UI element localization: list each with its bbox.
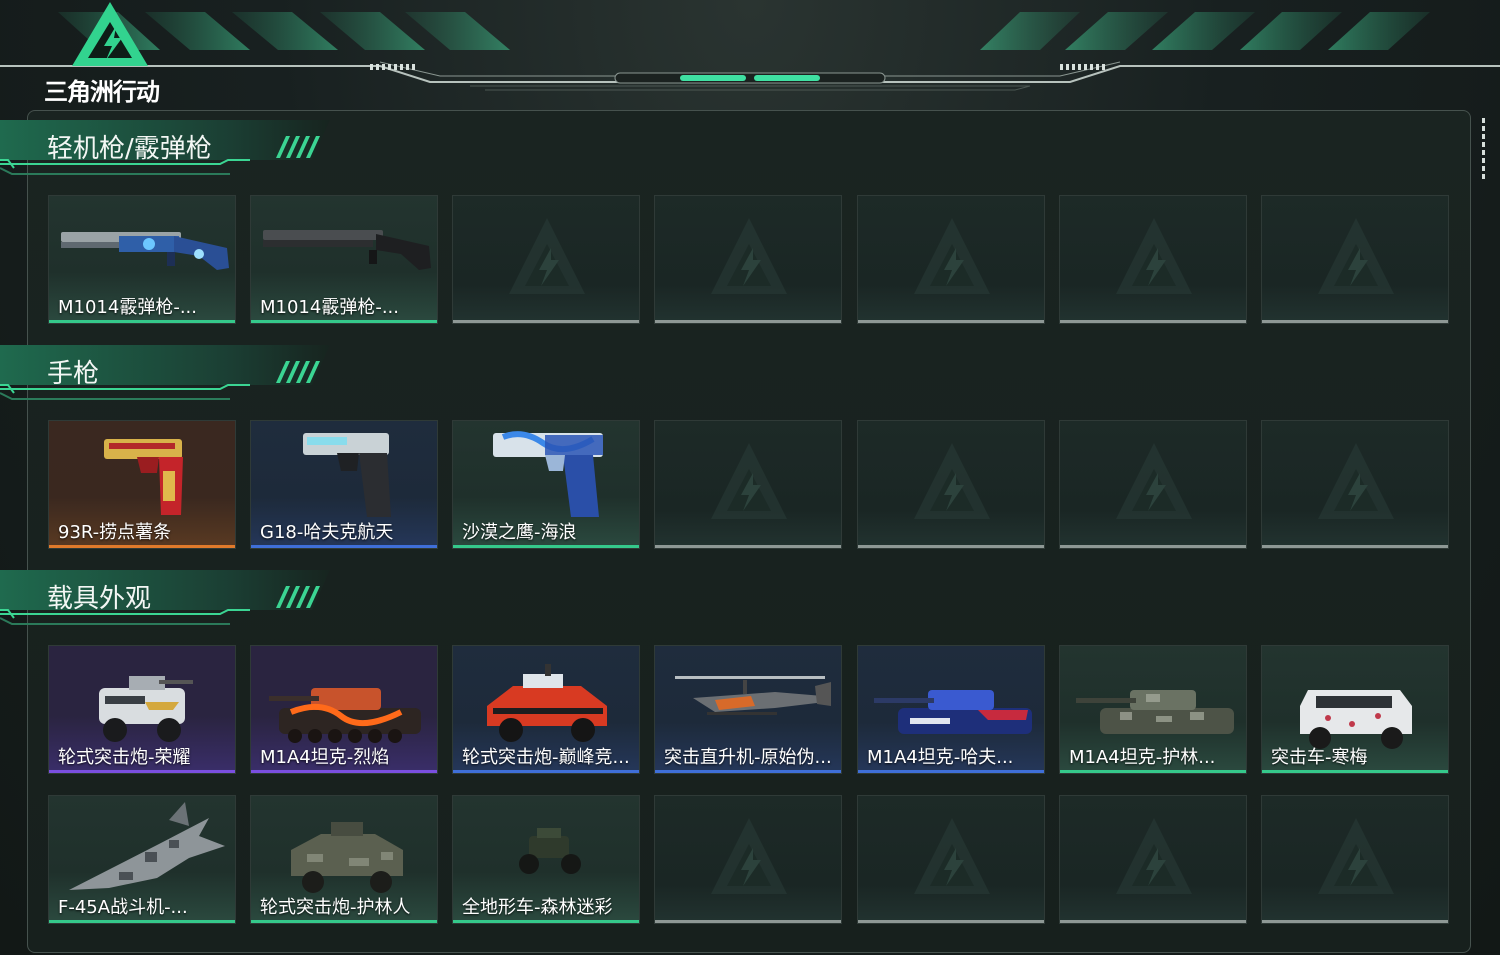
empty-skin-slot[interactable] [1261, 420, 1449, 549]
skin-card[interactable]: 轮式突击炮-巅峰竞... [452, 645, 640, 774]
empty-skin-slot[interactable] [654, 195, 842, 324]
rarity-bar [858, 545, 1044, 548]
rarity-bar [1060, 545, 1246, 548]
rarity-bar [49, 320, 235, 323]
rarity-bar [1060, 920, 1246, 923]
rarity-bar [858, 320, 1044, 323]
empty-slot-logo-icon [1116, 218, 1192, 294]
rarity-bar [453, 920, 639, 923]
skin-name: 轮式突击炮-护林人 [260, 897, 411, 918]
skin-card[interactable]: M1A4坦克-护林... [1059, 645, 1247, 774]
rarity-bar [655, 320, 841, 323]
skin-name: 沙漠之鹰-海浪 [462, 522, 577, 543]
rarity-bar [251, 920, 437, 923]
rarity-bar [655, 545, 841, 548]
rarity-bar [1262, 920, 1448, 923]
rarity-bar [49, 545, 235, 548]
empty-slot-logo-icon [1116, 443, 1192, 519]
header-decoration [0, 12, 1500, 91]
skin-card[interactable]: 突击直升机-原始伪... [654, 645, 842, 774]
section-header: 手枪 [0, 345, 340, 401]
rarity-bar [858, 920, 1044, 923]
rarity-bar [49, 770, 235, 773]
skin-name: 93R-捞点薯条 [58, 522, 172, 543]
empty-slot-logo-icon [914, 218, 990, 294]
skin-name: M1014霰弹枪-... [58, 297, 197, 318]
skin-card[interactable]: M1014霰弹枪-... [250, 195, 438, 324]
rarity-bar [251, 770, 437, 773]
rarity-bar [858, 770, 1044, 773]
panel-scroll-indicator[interactable] [1482, 118, 1486, 180]
rarity-bar [453, 320, 639, 323]
empty-skin-slot[interactable] [452, 195, 640, 324]
empty-skin-slot[interactable] [1261, 795, 1449, 924]
top-header: 三角洲行动 [0, 0, 1500, 110]
empty-skin-slot[interactable] [654, 420, 842, 549]
empty-slot-logo-icon [711, 818, 787, 894]
rarity-bar [655, 920, 841, 923]
section-header: 载具外观 [0, 570, 340, 626]
empty-slot-logo-icon [711, 218, 787, 294]
skin-name: M1A4坦克-烈焰 [260, 747, 390, 768]
empty-skin-slot[interactable] [1261, 195, 1449, 324]
skin-card[interactable]: M1A4坦克-哈夫... [857, 645, 1045, 774]
rarity-bar [1262, 770, 1448, 773]
empty-skin-slot[interactable] [857, 420, 1045, 549]
skin-card[interactable]: 93R-捞点薯条 [48, 420, 236, 549]
skin-name: M1A4坦克-哈夫... [867, 747, 1014, 768]
skin-card[interactable]: G18-哈夫克航天 [250, 420, 438, 549]
empty-skin-slot[interactable] [857, 195, 1045, 324]
rarity-bar [1060, 320, 1246, 323]
app-title: 三角洲行动 [44, 78, 160, 106]
empty-slot-logo-icon [1318, 818, 1394, 894]
skin-name: 突击车-寒梅 [1271, 747, 1368, 768]
empty-slot-logo-icon [1318, 218, 1394, 294]
rarity-bar [49, 920, 235, 923]
skin-card[interactable]: M1014霰弹枪-... [48, 195, 236, 324]
skin-card[interactable]: 沙漠之鹰-海浪 [452, 420, 640, 549]
skin-card[interactable]: 轮式突击炮-护林人 [250, 795, 438, 924]
rarity-bar [453, 545, 639, 548]
rarity-bar [655, 770, 841, 773]
rarity-bar [251, 320, 437, 323]
skin-name: F-45A战斗机-... [58, 897, 188, 918]
skin-name: M1014霰弹枪-... [260, 297, 399, 318]
app-root: 三角洲行动 轻机枪/霰弹枪 M1014霰弹枪-... M1014霰弹枪-... 手枪 9… [0, 0, 1500, 955]
skin-name: 轮式突击炮-巅峰竞... [462, 747, 630, 768]
empty-slot-logo-icon [914, 818, 990, 894]
skin-card[interactable]: M1A4坦克-烈焰 [250, 645, 438, 774]
empty-skin-slot[interactable] [1059, 420, 1247, 549]
rarity-bar [1060, 770, 1246, 773]
skin-name: 突击直升机-原始伪... [664, 747, 832, 768]
section-title: 载具外观 [47, 584, 152, 614]
skin-card[interactable]: 轮式突击炮-荣耀 [48, 645, 236, 774]
rarity-bar [453, 770, 639, 773]
empty-slot-logo-icon [1318, 443, 1394, 519]
empty-slot-logo-icon [711, 443, 787, 519]
skin-card[interactable]: F-45A战斗机-... [48, 795, 236, 924]
section-title: 手枪 [47, 359, 100, 389]
rarity-bar [1262, 545, 1448, 548]
section-title: 轻机枪/霰弹枪 [47, 134, 212, 164]
empty-slot-logo-icon [509, 218, 585, 294]
empty-slot-logo-icon [1116, 818, 1192, 894]
empty-slot-logo-icon [914, 443, 990, 519]
skin-name: G18-哈夫克航天 [260, 522, 394, 543]
skin-card[interactable]: 全地形车-森林迷彩 [452, 795, 640, 924]
rarity-bar [251, 545, 437, 548]
skin-name: 全地形车-森林迷彩 [462, 897, 613, 918]
section-header: 轻机枪/霰弹枪 [0, 120, 340, 176]
empty-skin-slot[interactable] [654, 795, 842, 924]
skin-name: M1A4坦克-护林... [1069, 747, 1216, 768]
empty-skin-slot[interactable] [1059, 795, 1247, 924]
empty-skin-slot[interactable] [1059, 195, 1247, 324]
skin-card[interactable]: 突击车-寒梅 [1261, 645, 1449, 774]
rarity-bar [1262, 320, 1448, 323]
skin-name: 轮式突击炮-荣耀 [58, 747, 191, 768]
empty-skin-slot[interactable] [857, 795, 1045, 924]
